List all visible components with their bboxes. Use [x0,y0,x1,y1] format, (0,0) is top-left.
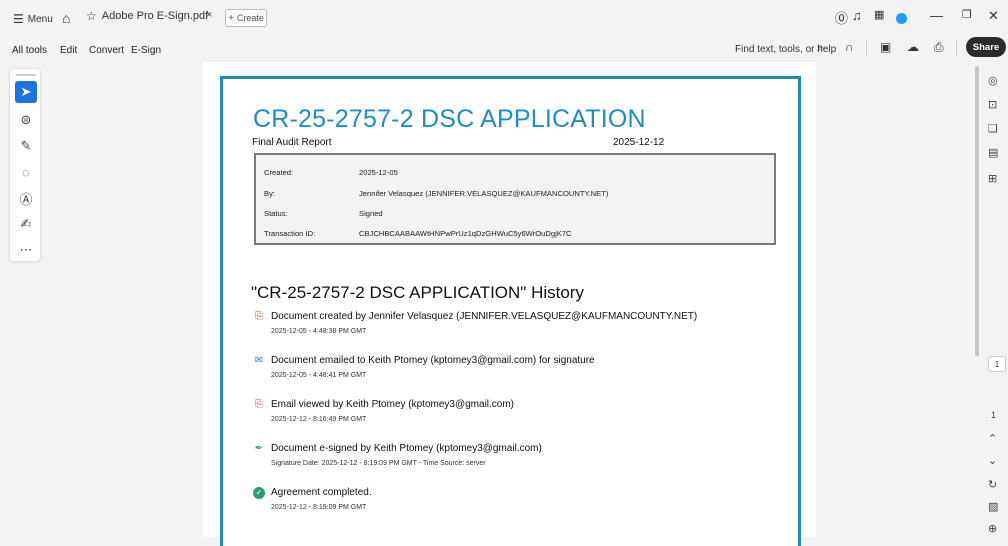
minimize-icon[interactable]: — [930,8,943,23]
zoom-in-icon[interactable]: ⊕ [988,522,997,535]
share-button[interactable]: Share [966,37,1006,57]
page-total: 1 [991,410,997,420]
chevron-up-icon[interactable]: ⌃ [988,432,997,445]
plus-icon: + [228,12,234,24]
audit-info-box: Created: 2025-12-05 By: Jennifer Velasqu… [254,153,776,245]
text-box-tool-icon[interactable]: Ⓐ [15,187,37,209]
esign-menu[interactable]: E-Sign [131,45,161,56]
star-icon[interactable]: ☆ [86,9,97,23]
document-title: CR-25-2757-2 DSC APPLICATION [253,105,646,133]
comment-tool-icon[interactable]: ⊜ [15,109,37,131]
transaction-id-label: Transaction ID: [264,229,316,238]
pen-tool-icon[interactable]: ✎ [15,135,37,157]
email-icon: ✉ [254,355,264,366]
created-label: Created: [264,168,294,177]
search-icon[interactable]: ⌕ [817,40,824,55]
left-tools-panel: ➤ ⊜ ✎ ◌ Ⓐ ✍ ⋯ [9,68,41,262]
signature-tool-icon[interactable]: ✍ [15,213,37,235]
transaction-id-value: CBJCHBCAABAAWtHNPwPrUz1qDzGHWuC5y6WrOuDg… [359,229,572,238]
convert-menu[interactable]: Convert [89,45,124,56]
select-tool-icon[interactable]: ➤ [15,81,37,103]
created-value: 2025-12-05 [359,168,398,177]
esign-icon: ✒ [254,443,264,454]
pdf-icon: ⎘ [255,399,263,410]
save-icon[interactable]: ▣ [880,40,891,54]
drag-handle[interactable] [16,74,36,76]
pdf-icon: ⎘ [255,311,263,322]
upload-cloud-icon[interactable]: ☁ [907,40,919,54]
restore-icon[interactable]: ❐ [962,8,972,21]
tab-title: Adobe Pro E-Sign.pdf [101,10,209,22]
check-circle-icon: ✓ [253,487,265,499]
edit-menu[interactable]: Edit [60,45,77,56]
pdf-page: CR-25-2757-2 DSC APPLICATION Final Audit… [220,76,801,546]
by-label: By: [264,189,275,198]
toolbar-divider [956,40,957,56]
history-title: "CR-25-2757-2 DSC APPLICATION" History [251,283,584,302]
ai-assistant-icon[interactable]: ∩ [845,40,854,54]
avatar[interactable] [896,13,907,24]
lasso-tool-icon[interactable]: ◌ [15,161,37,183]
chevron-down-icon[interactable]: ⌄ [988,454,997,467]
apps-grid-icon[interactable]: ▦ [874,8,884,21]
all-tools-menu[interactable]: All tools [12,45,47,56]
layers-icon[interactable]: ⊞ [988,172,997,185]
hamburger-icon: ☰ [13,12,24,26]
ai-assistant-icon[interactable]: ◎ [988,74,998,87]
help-icon[interactable]: ⓪ [835,8,848,27]
status-label: Status: [264,209,288,218]
vertical-scrollbar[interactable] [975,66,979,356]
close-tab-icon[interactable]: × [206,9,212,21]
status-value: Signed [359,209,383,218]
document-tab[interactable]: ☆ Adobe Pro E-Sign.pdf × [86,9,212,23]
home-icon[interactable]: ⌂ [62,10,70,26]
toolbar-divider [866,40,867,56]
bell-icon[interactable]: ♫ [852,8,862,23]
bookmark-icon[interactable]: ▤ [988,146,998,159]
create-button[interactable]: + Create [225,9,267,27]
report-subtitle: Final Audit Report [252,137,332,148]
print-icon[interactable]: ⎙ [934,40,944,55]
page-fit-icon[interactable]: ▧ [988,500,998,513]
report-date: 2025-12-12 [613,137,665,148]
menu-button[interactable]: ☰ Menu [13,12,53,26]
right-tools-rail: ◎ ⊡ ❏ ▤ ⊞ 1 ⌃ ⌄ ↻ ▧ ⊕ [983,62,1008,537]
page-thumbnails-icon[interactable]: ❏ [988,122,998,135]
refresh-icon[interactable]: ↻ [988,478,997,491]
by-value: Jennifer Velasquez (JENNIFER.VELASQUEZ@K… [359,189,609,198]
comments-icon[interactable]: ⊡ [988,98,997,111]
page-number-input[interactable]: 1 [988,356,1006,372]
close-window-icon[interactable]: ✕ [988,8,999,24]
more-tools-icon[interactable]: ⋯ [15,239,37,261]
